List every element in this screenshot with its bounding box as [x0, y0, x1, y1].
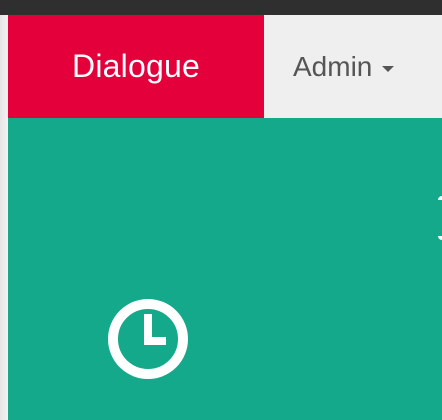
side-shadow — [0, 15, 8, 420]
brand-label: Dialogue — [72, 48, 200, 84]
admin-dropdown[interactable]: Admin — [264, 15, 442, 118]
chevron-down-icon — [382, 65, 395, 72]
brand-link[interactable]: Dialogue — [8, 15, 264, 118]
top-bar — [0, 0, 442, 15]
partial-shape — [438, 196, 442, 240]
admin-label: Admin — [293, 50, 373, 82]
hero-panel — [8, 118, 442, 420]
app-window: Dialogue Admin — [0, 0, 442, 420]
clock-icon — [100, 291, 196, 387]
